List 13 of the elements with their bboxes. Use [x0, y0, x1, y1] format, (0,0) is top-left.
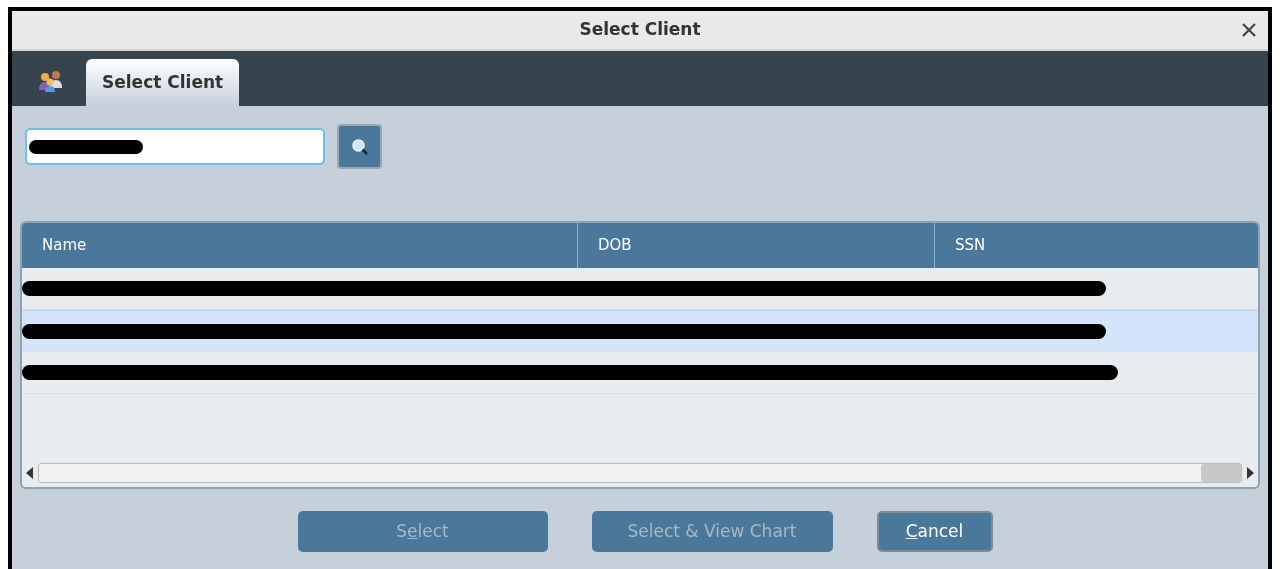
search-button[interactable]	[337, 124, 382, 169]
search-icon	[350, 137, 369, 156]
scroll-thumb[interactable]	[1201, 464, 1241, 482]
scroll-left-icon[interactable]	[26, 467, 34, 479]
window-title: Select Client	[579, 18, 701, 42]
close-icon	[1241, 22, 1257, 38]
search-field[interactable]	[25, 128, 325, 165]
column-header[interactable]: SSN	[935, 223, 1258, 268]
dialog-button[interactable]: Cancel	[876, 511, 993, 552]
people-icon	[38, 70, 64, 92]
tab[interactable]: Select Client	[86, 59, 240, 106]
table-row[interactable]	[22, 310, 1258, 352]
scroll-right-icon[interactable]	[1246, 467, 1254, 479]
